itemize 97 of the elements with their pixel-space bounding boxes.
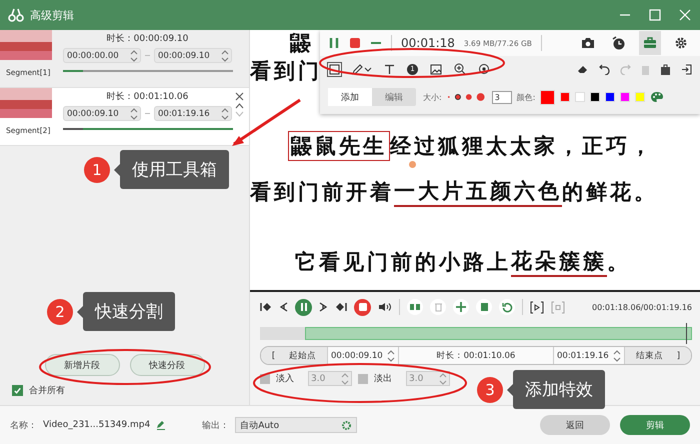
brush-size-icon[interactable] xyxy=(446,92,487,102)
start-time-field[interactable]: 00:00:09.10 xyxy=(327,347,399,364)
color-swatch[interactable] xyxy=(620,92,630,102)
stop-icon[interactable] xyxy=(349,37,361,49)
rectangle-icon[interactable] xyxy=(328,62,341,76)
spinner-icon[interactable] xyxy=(221,106,229,120)
end-time-field[interactable]: 00:01:19.16 xyxy=(154,106,232,121)
preview-text: 经过狐狸太太家，正巧， xyxy=(390,132,654,160)
stop-button[interactable] xyxy=(354,298,371,316)
output-label: 输出： xyxy=(202,420,230,432)
preview-text: 鼹 xyxy=(290,30,314,57)
pause-icon xyxy=(298,302,308,312)
target-icon[interactable] xyxy=(477,62,491,76)
toolbox-icon[interactable] xyxy=(639,31,661,55)
move-up-icon[interactable] xyxy=(235,103,244,109)
color-swatch[interactable] xyxy=(590,92,600,102)
segment-duration: 时长：00:00:09.10 xyxy=(106,32,188,45)
color-label: 颜色: xyxy=(516,92,536,102)
close-icon[interactable] xyxy=(235,92,244,101)
callout-label: 快速分割 xyxy=(83,292,175,331)
edit-icon[interactable] xyxy=(156,420,166,430)
text-tool-icon[interactable] xyxy=(383,62,396,76)
volume-icon[interactable] xyxy=(378,302,392,312)
pen-icon[interactable] xyxy=(351,62,373,76)
preview-text: 一大片五颜六色 xyxy=(394,177,562,207)
preview-text: 它看见门前的小路上 xyxy=(295,248,511,276)
set-start-button[interactable]: [ 起始点 xyxy=(261,347,327,364)
skip-to-end-icon[interactable] xyxy=(335,302,347,312)
spinner-icon[interactable] xyxy=(130,48,138,62)
spinner-icon[interactable] xyxy=(613,348,621,362)
photo-placeholder xyxy=(0,88,52,118)
spinner-icon[interactable] xyxy=(439,372,447,386)
next-frame-icon[interactable] xyxy=(319,302,328,312)
segment-duration: 时长：00:01:10.06 xyxy=(106,90,188,103)
pause-icon[interactable] xyxy=(328,37,340,49)
color-swatch[interactable] xyxy=(540,90,556,104)
copy-icon[interactable] xyxy=(476,299,492,315)
start-time-field[interactable]: 00:00:09.10 xyxy=(63,106,141,121)
skip-to-start-icon[interactable] xyxy=(260,302,272,312)
set-end-button[interactable]: 结束点 ] xyxy=(625,347,691,364)
color-swatch[interactable] xyxy=(575,92,586,102)
segment-button[interactable]: 快速分段 xyxy=(130,354,204,376)
checkbox-label: 淡入 xyxy=(276,372,294,385)
maximize-icon[interactable] xyxy=(648,8,662,22)
mode-tab[interactable]: 添加 xyxy=(328,88,372,106)
checkbox-label: 合并所有 xyxy=(29,384,65,397)
spinner-icon[interactable] xyxy=(387,348,395,362)
eraser-icon[interactable] xyxy=(577,64,589,74)
color-swatch[interactable] xyxy=(605,92,616,102)
name-label: 名称： xyxy=(10,420,37,432)
undo-icon[interactable] xyxy=(599,64,610,74)
split-icon[interactable] xyxy=(407,299,423,315)
output-select[interactable]: 自动Auto xyxy=(235,417,358,433)
playback-time: 00:01:18.06/00:01:19.16 xyxy=(592,302,692,312)
preview-text: 看到门 xyxy=(250,57,322,85)
spinner-icon[interactable] xyxy=(341,372,349,386)
preview-text: 。 xyxy=(607,248,631,276)
checkbox[interactable] xyxy=(358,374,368,384)
segment-button[interactable]: 新增片段 xyxy=(44,354,120,376)
preview-text: 的鲜花。 xyxy=(562,178,658,206)
color-swatch[interactable] xyxy=(635,92,646,102)
preview-text: 花朵簇簇 xyxy=(511,247,607,277)
checkbox[interactable] xyxy=(12,385,23,396)
palette-icon[interactable] xyxy=(650,91,664,103)
callout-label: 使用工具箱 xyxy=(120,150,229,189)
pause-button[interactable] xyxy=(295,298,312,316)
preview-text: 看到门前开着 xyxy=(250,178,394,206)
gear-icon[interactable] xyxy=(341,420,352,430)
callout-label: 添加特效 xyxy=(513,370,605,409)
zoom-in-icon[interactable] xyxy=(453,62,467,76)
end-time-field[interactable]: 00:00:09.10 xyxy=(154,48,232,63)
cut-button[interactable]: 剪辑 xyxy=(620,415,690,435)
start-time-field[interactable]: 00:00:00.00 xyxy=(63,48,141,63)
reset-icon[interactable] xyxy=(499,299,515,315)
photo-placeholder xyxy=(0,30,52,60)
size-field[interactable]: 3 xyxy=(492,90,512,104)
cursor-dot-icon xyxy=(409,161,416,168)
spinner-icon[interactable] xyxy=(130,106,138,120)
color-swatch[interactable] xyxy=(560,92,570,102)
range-duration: 时长：00:01:10.06 xyxy=(436,350,516,362)
back-button[interactable]: 返回 xyxy=(540,415,610,435)
play-selection-icon[interactable] xyxy=(530,300,544,314)
mode-tab[interactable]: 编辑 xyxy=(372,88,416,106)
size-label: 大小: xyxy=(423,92,442,102)
app-logo-icon xyxy=(8,8,24,22)
preview-text: 鼹鼠先生 xyxy=(288,131,390,161)
exit-icon[interactable] xyxy=(681,64,692,74)
checkbox-label: 淡出 xyxy=(374,372,392,385)
stop-icon xyxy=(358,302,368,312)
clear-icon[interactable] xyxy=(660,64,671,74)
file-name: Video_231...51349.mp4 xyxy=(43,420,150,430)
image-icon[interactable] xyxy=(429,62,443,76)
previous-frame-icon[interactable] xyxy=(279,302,288,312)
recording-time: 00:01:18 xyxy=(401,36,455,50)
spinner-icon[interactable] xyxy=(221,48,229,62)
add-icon[interactable] xyxy=(453,299,469,315)
window-title: 高级剪辑 xyxy=(30,8,74,22)
